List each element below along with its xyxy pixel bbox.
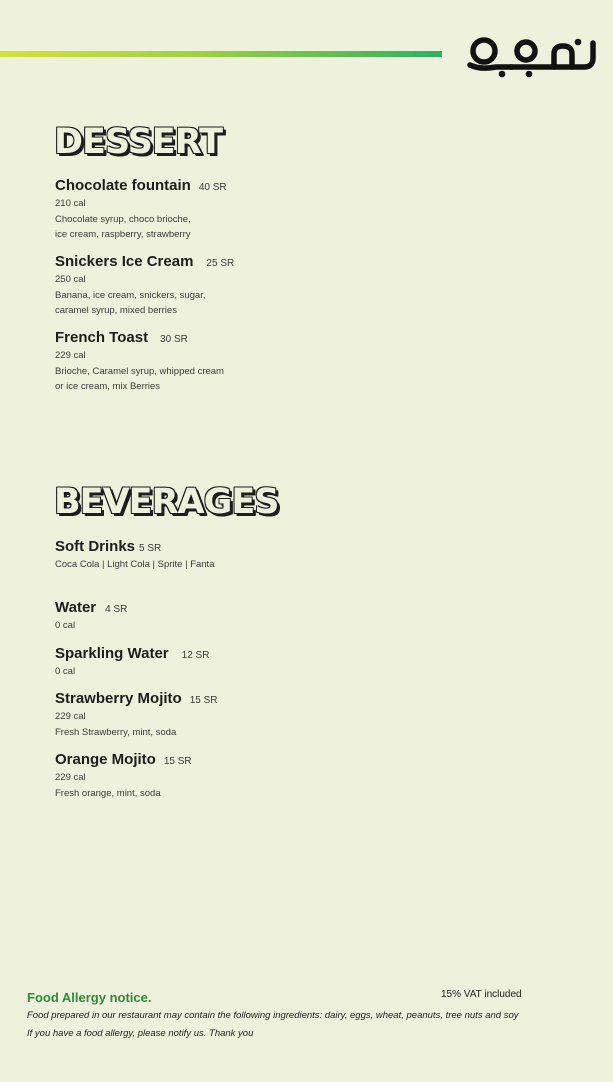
item-description: ice cream, raspberry, strawberry xyxy=(55,229,191,240)
item-description: Brioche, Caramel syrup, whipped cream xyxy=(55,365,224,377)
item-name: French Toast xyxy=(55,329,149,346)
item-description: Coca Cola | Light Cola | Sprite | Fanta xyxy=(55,559,215,570)
item-calories: 229 cal xyxy=(55,350,86,361)
allergy-notice-text: Food prepared in our restaurant may cont… xyxy=(27,1010,519,1021)
item-calories: 0 cal xyxy=(55,666,76,677)
item-price: 4 SR xyxy=(105,604,128,615)
item-price: 15 SR xyxy=(163,756,192,767)
item-price: 40 SR xyxy=(198,182,227,193)
dessert-heading: DESSERT xyxy=(54,122,223,162)
menu-item: Sparkling Water 12 SR 0 cal xyxy=(55,645,355,680)
menu-item: Water 4 SR 0 cal xyxy=(55,599,355,634)
item-calories: 229 cal xyxy=(55,711,86,722)
item-name: Soft Drinks xyxy=(55,538,136,555)
item-name: Orange Mojito xyxy=(55,751,156,768)
menu-item: Strawberry Mojito 15 SR 229 cal Fresh Str… xyxy=(55,690,355,740)
item-description: Banana, ice cream, snickers, sugar, xyxy=(55,289,206,301)
allergy-notice-text: If you have a food allergy, please notif… xyxy=(27,1028,254,1039)
item-price: 25 SR xyxy=(206,258,235,269)
item-description: Fresh Strawberry, mint, soda xyxy=(55,726,177,738)
item-calories: 229 cal xyxy=(55,772,86,783)
beverages-heading: BEVERAGES xyxy=(54,482,279,522)
item-calories: 0 cal xyxy=(55,620,76,631)
accent-bar xyxy=(0,51,442,57)
menu-item: Chocolate fountain 40 SR 210 cal Chocolat… xyxy=(55,177,355,243)
item-name: Snickers Ice Cream xyxy=(55,253,194,270)
item-name: Strawberry Mojito xyxy=(55,690,182,707)
allergy-notice-title: Food Allergy notice. xyxy=(27,990,152,1005)
item-price: 15 SR xyxy=(189,695,218,706)
brand-logo xyxy=(467,37,596,78)
item-description: Chocolate syrup, choco brioche, xyxy=(55,213,191,225)
item-name: Sparkling Water xyxy=(55,645,169,662)
item-calories: 210 cal xyxy=(55,198,86,209)
item-description: or ice cream, mix Berries xyxy=(55,381,161,392)
item-description: Fresh orange, mint, soda xyxy=(55,787,161,799)
menu-item: Snickers Ice Cream 25 SR 250 cal Banana, … xyxy=(55,253,355,319)
item-name: Chocolate fountain xyxy=(55,177,191,194)
menu-item: French Toast 30 SR 229 cal Brioche, Caram… xyxy=(55,329,355,395)
item-price: 12 SR xyxy=(181,650,210,661)
item-description: caramel syrup, mixed berries xyxy=(55,305,177,316)
vat-note: 15% VAT included xyxy=(441,989,522,1000)
menu-item: Soft Drinks 5 SR Coca Cola | Light Cola |… xyxy=(55,538,355,573)
item-price: 5 SR xyxy=(139,543,162,554)
item-calories: 250 cal xyxy=(55,274,86,285)
menu-item: Orange Mojito 15 SR 229 cal Fresh orange,… xyxy=(55,751,355,801)
item-price: 30 SR xyxy=(160,334,188,345)
item-name: Water xyxy=(55,599,97,616)
